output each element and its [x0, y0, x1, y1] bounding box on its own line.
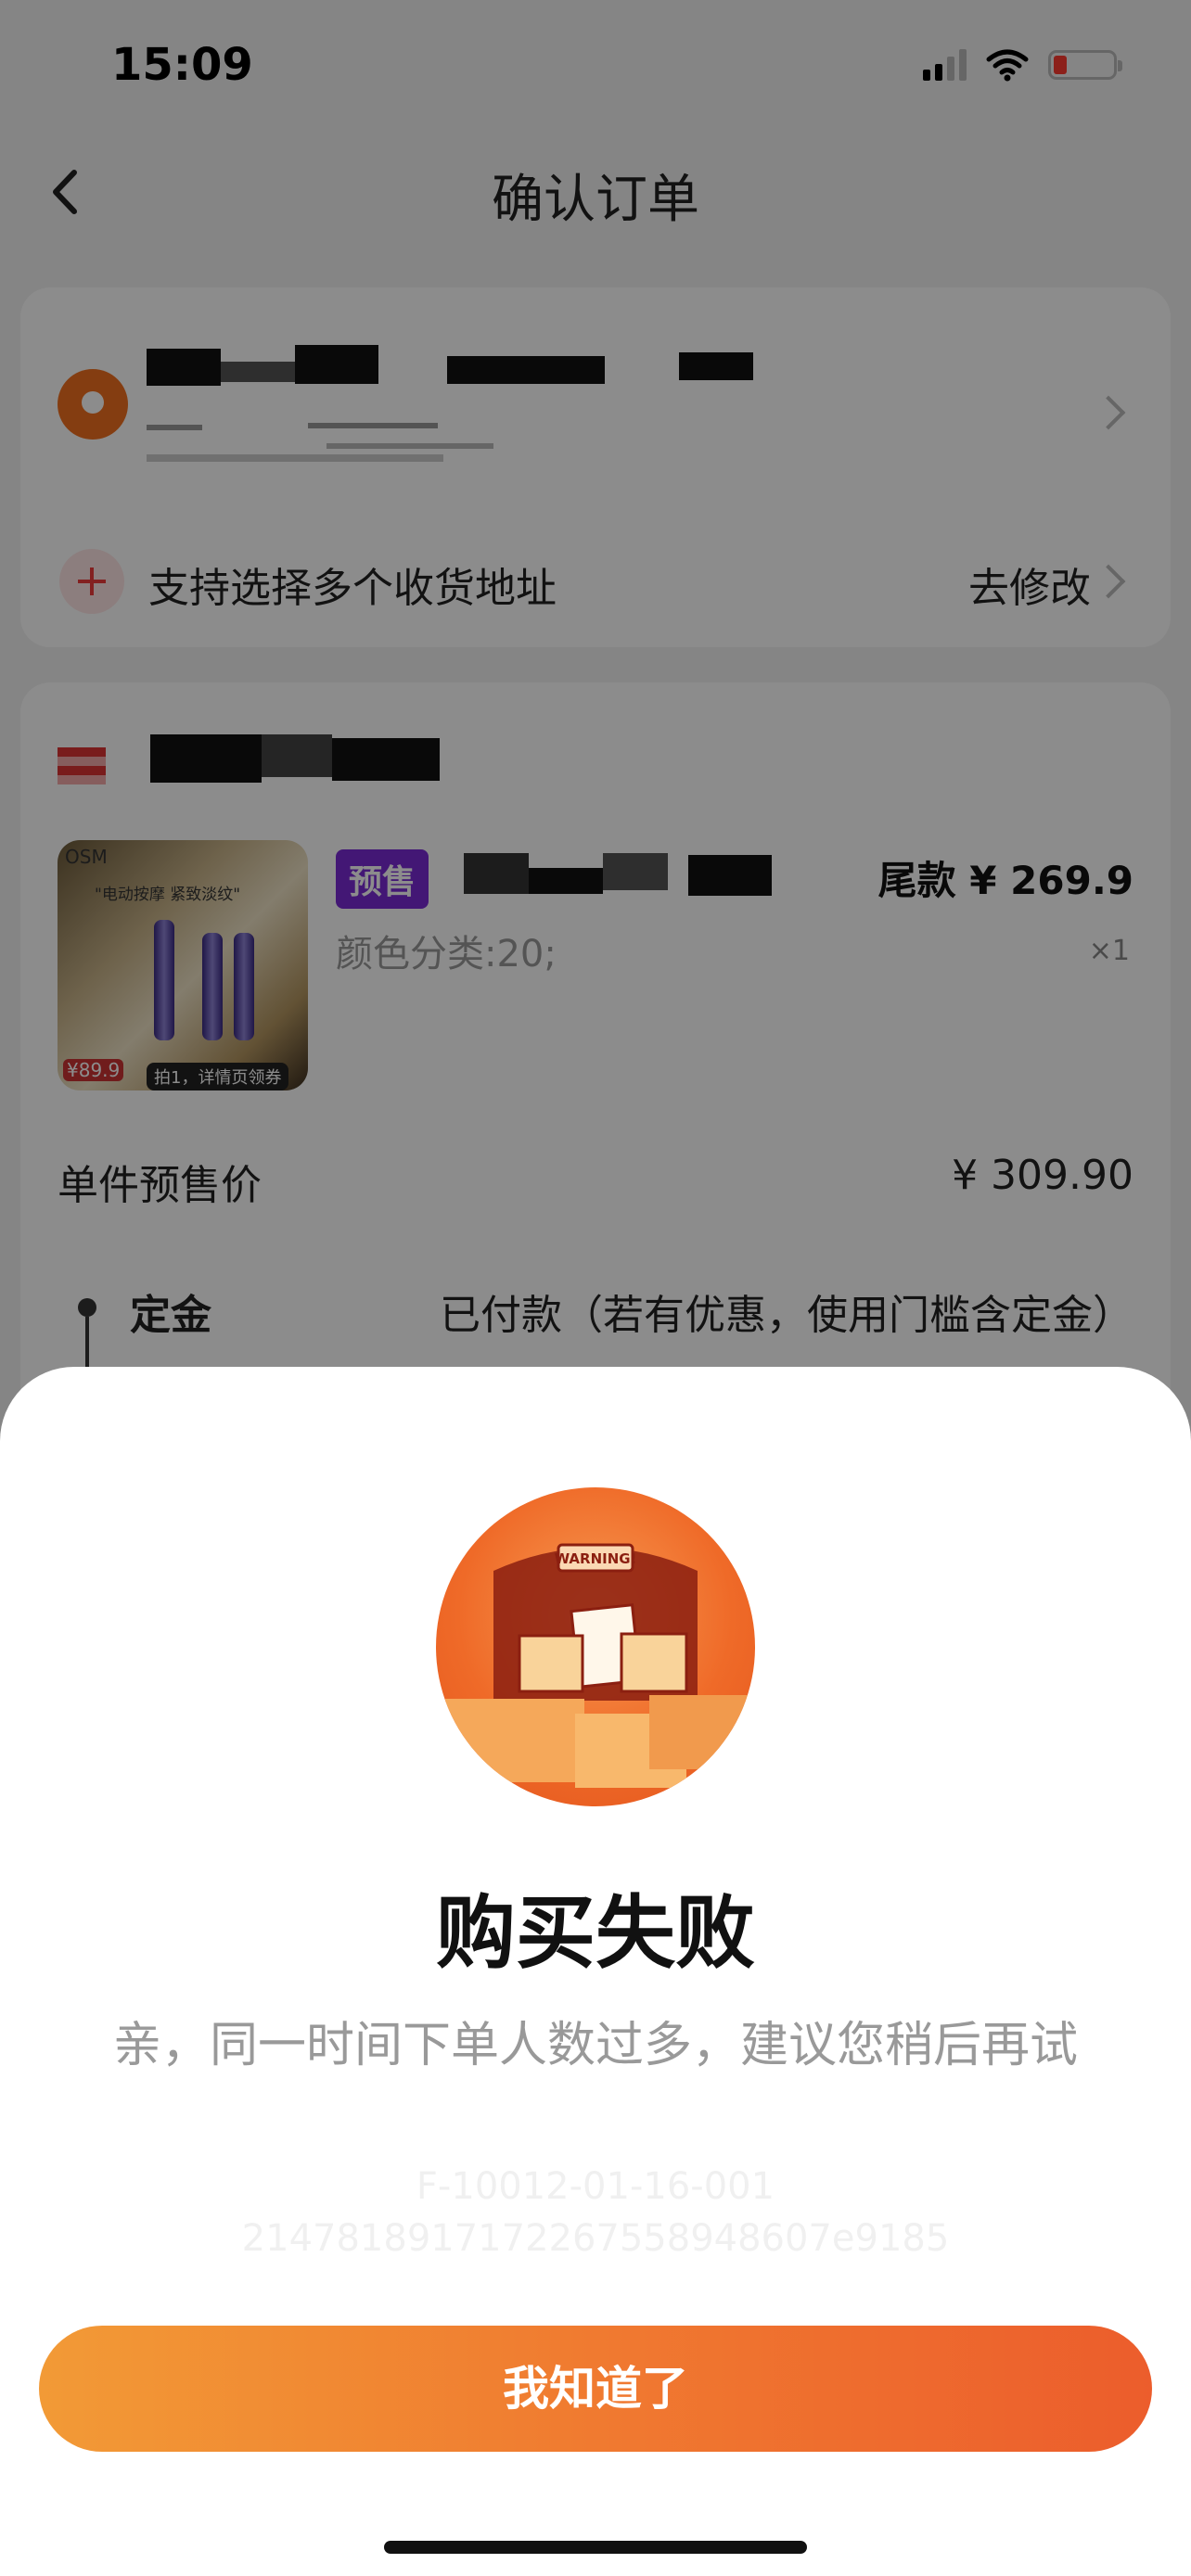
dialog-trace-id: 2147818917172267558948607e9185	[241, 2217, 950, 2260]
home-indicator[interactable]	[384, 2541, 807, 2554]
dialog-message: 亲，同一时间下单人数过多，建议您稍后再试	[112, 2018, 1078, 2073]
warning-sign-text: WARNING!	[555, 1550, 637, 1567]
dialog-error-code: F-10012-01-16-001	[416, 2165, 775, 2208]
purchase-failed-dialog: WARNING! 购买失败 亲，同一时间下单人数过多，建议您稍后再试 F-100…	[0, 1367, 1191, 2576]
confirm-button[interactable]: 我知道了	[39, 2326, 1152, 2452]
warning-truck-illustration: WARNING!	[436, 1487, 755, 1806]
dialog-title: 购买失败	[436, 1887, 755, 1980]
dialog-error-info: F-10012-01-16-001 2147818917172267558948…	[0, 2161, 1191, 2264]
truck-boxes-graphic: WARNING!	[445, 1543, 755, 1788]
